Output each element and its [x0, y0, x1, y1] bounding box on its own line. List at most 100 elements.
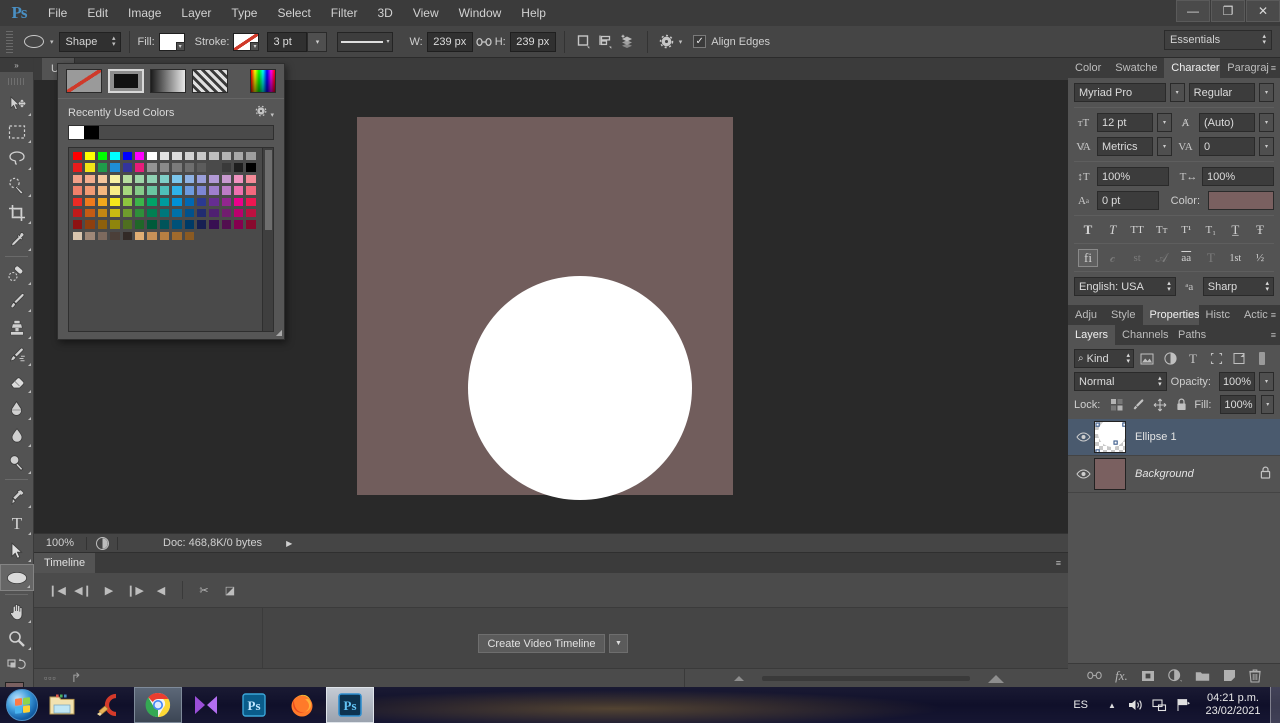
chevron-down-icon[interactable]: ▾ — [1157, 113, 1172, 132]
toolbar-collapse-button[interactable]: » — [0, 58, 33, 72]
color-swatch[interactable] — [72, 230, 84, 242]
shape-layers-filter-icon[interactable] — [1206, 349, 1226, 368]
chevron-down-icon[interactable]: ▾ — [1259, 372, 1274, 391]
color-swatch[interactable] — [84, 151, 96, 162]
color-swatch[interactable] — [158, 219, 171, 230]
vertical-scale-field[interactable]: 100% — [1097, 167, 1169, 186]
color-swatch[interactable] — [220, 185, 233, 196]
color-swatch[interactable] — [171, 162, 183, 173]
link-layers-icon[interactable] — [1087, 671, 1102, 680]
color-swatch[interactable] — [133, 207, 146, 219]
height-field[interactable]: 239 px — [509, 31, 556, 52]
spot-healing-brush-tool[interactable] — [0, 260, 34, 287]
no-color-swatch[interactable] — [66, 69, 102, 93]
color-swatch[interactable] — [72, 196, 84, 207]
color-swatch[interactable] — [233, 185, 245, 196]
menu-layer[interactable]: Layer — [171, 0, 221, 26]
color-swatch[interactable] — [84, 230, 96, 242]
color-swatch[interactable] — [133, 230, 146, 242]
color-swatch[interactable] — [84, 219, 96, 230]
color-swatch[interactable] — [183, 230, 195, 242]
color-swatch[interactable] — [195, 196, 208, 207]
baseline-shift-field[interactable]: 0 pt — [1097, 191, 1159, 210]
lock-position-icon[interactable] — [1152, 395, 1168, 414]
color-swatch[interactable] — [220, 219, 233, 230]
color-swatch[interactable] — [171, 219, 183, 230]
text-color-swatch[interactable] — [1208, 191, 1274, 210]
color-swatch[interactable] — [133, 151, 146, 162]
color-swatch[interactable] — [233, 173, 245, 185]
chevron-down-icon[interactable]: ▾ — [1259, 83, 1274, 102]
action-center-icon[interactable] — [1172, 698, 1196, 712]
color-swatch[interactable] — [121, 207, 133, 219]
minimize-button[interactable]: — — [1176, 0, 1210, 22]
faux-italic-button[interactable]: T — [1103, 221, 1123, 239]
recent-color-swatch[interactable] — [69, 126, 84, 139]
menu-3d[interactable]: 3D — [367, 0, 402, 26]
split-at-playhead-button[interactable]: ✂ — [191, 577, 217, 603]
horizontal-scale-field[interactable]: 100% — [1202, 167, 1274, 186]
panel-menu-icon[interactable]: ≡ — [1056, 558, 1061, 568]
zoom-in-icon[interactable] — [988, 674, 1004, 683]
color-swatch[interactable] — [183, 219, 195, 230]
recent-color-swatch[interactable] — [84, 126, 99, 139]
color-swatch[interactable] — [220, 207, 233, 219]
tab-timeline[interactable]: Timeline — [34, 553, 96, 573]
color-swatch[interactable] — [72, 185, 84, 196]
google-chrome-icon[interactable] — [134, 687, 182, 723]
restore-button[interactable]: ❐ — [1211, 0, 1245, 22]
go-to-first-frame-button[interactable]: ❙◀ — [44, 577, 70, 603]
lock-all-icon[interactable] — [1173, 395, 1189, 414]
menu-type[interactable]: Type — [221, 0, 267, 26]
gear-icon[interactable] — [656, 31, 678, 53]
chevron-down-icon[interactable]: ▾ — [1169, 83, 1185, 102]
menu-select[interactable]: Select — [267, 0, 320, 26]
chevron-down-icon[interactable]: ▾ — [1157, 137, 1172, 156]
ellipse-tool[interactable] — [0, 564, 34, 591]
color-swatch[interactable] — [84, 196, 96, 207]
color-swatch[interactable] — [109, 207, 121, 219]
color-swatch[interactable] — [158, 185, 171, 196]
media-player-icon[interactable] — [182, 687, 230, 723]
path-selection-tool[interactable] — [0, 537, 34, 564]
panel-menu-icon[interactable]: ≡ — [1271, 63, 1276, 73]
color-swatch[interactable] — [121, 173, 133, 185]
panel-menu-icon[interactable]: ≡ — [1271, 310, 1276, 320]
tab-layers[interactable]: Layers — [1068, 325, 1116, 345]
photoshop-pinned-icon[interactable]: Ps — [230, 687, 278, 723]
show-hidden-icons-icon[interactable]: ▲ — [1100, 701, 1124, 710]
strikethrough-button[interactable]: Ŧ — [1250, 221, 1270, 239]
hand-tool[interactable] — [0, 598, 34, 625]
lock-image-pixels-icon[interactable] — [1131, 395, 1147, 414]
color-swatch[interactable] — [208, 162, 220, 173]
color-swatch[interactable] — [208, 173, 220, 185]
current-tool-icon[interactable] — [19, 31, 49, 53]
chevron-down-icon[interactable]: ▾ — [1259, 137, 1274, 156]
menu-window[interactable]: Window — [449, 0, 512, 26]
stroke-width-dropdown[interactable]: ▾ — [307, 31, 328, 52]
language-indicator[interactable]: ES — [1073, 699, 1088, 711]
color-swatch[interactable] — [245, 185, 257, 196]
color-swatch[interactable] — [233, 151, 245, 162]
shape-mode-select[interactable]: Shape ▴ ▾ — [58, 31, 121, 52]
play-arrow-icon[interactable]: ▶ — [286, 539, 292, 548]
layer-visibility-toggle[interactable] — [1072, 469, 1094, 479]
start-button[interactable] — [6, 689, 38, 721]
color-swatch[interactable] — [96, 151, 109, 162]
anti-aliasing-select[interactable]: Sharp ▴ ▾ — [1202, 277, 1274, 296]
audio-button[interactable]: ◀ — [148, 577, 174, 603]
color-swatch[interactable] — [146, 151, 158, 162]
gradient-tool[interactable] — [0, 395, 34, 422]
color-swatch[interactable] — [208, 151, 220, 162]
pen-tool[interactable] — [0, 483, 34, 510]
tab-paragraph[interactable]: Paragraj — [1220, 58, 1276, 78]
color-swatch[interactable] — [233, 196, 245, 207]
color-swatch[interactable] — [109, 151, 121, 162]
resize-grip-icon[interactable]: ◢ — [276, 328, 282, 337]
color-swatch[interactable] — [158, 151, 171, 162]
layer-style-icon[interactable]: fx. — [1115, 668, 1128, 684]
color-swatch[interactable] — [96, 207, 109, 219]
color-swatch[interactable] — [195, 173, 208, 185]
photoshop-running-icon[interactable]: Ps — [326, 687, 374, 723]
color-swatch[interactable] — [171, 230, 183, 242]
